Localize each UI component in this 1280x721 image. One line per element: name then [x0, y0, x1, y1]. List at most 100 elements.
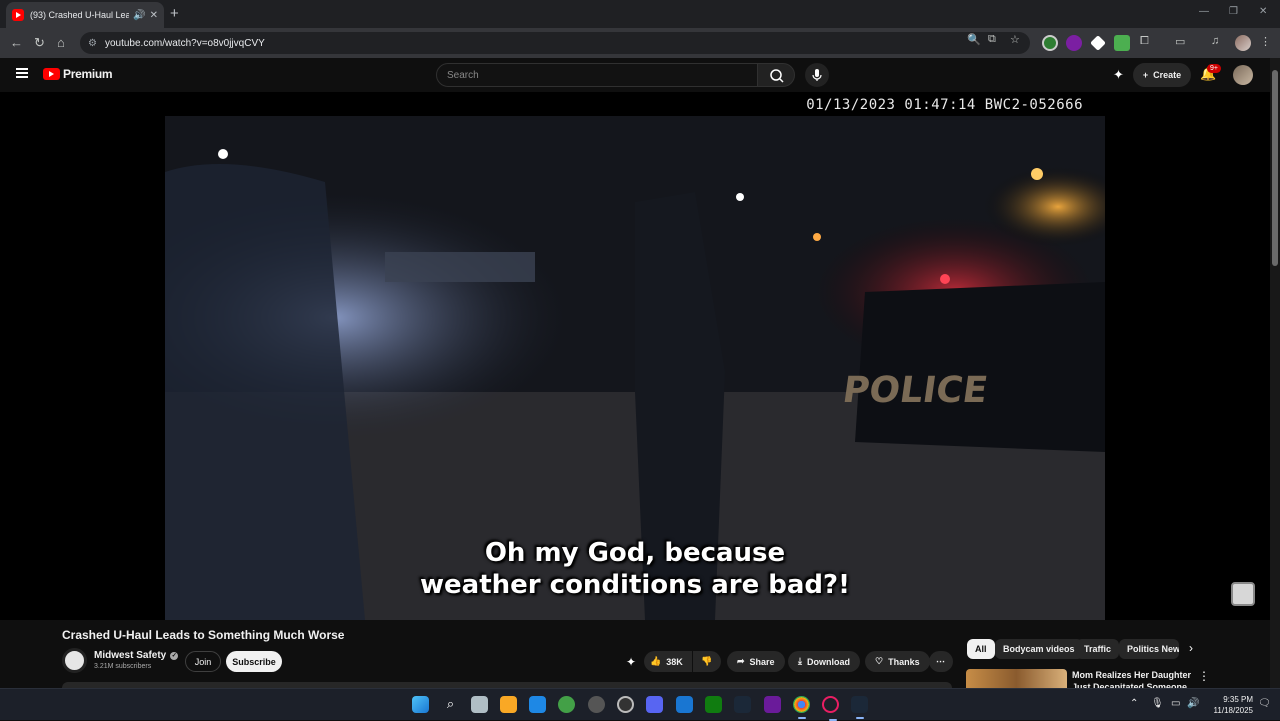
download-button[interactable]: ⤓ Download [788, 651, 860, 672]
taskbar-search-icon[interactable]: ⌕ [442, 696, 459, 713]
zoom-icon[interactable]: 🔍 [967, 33, 981, 46]
search-input[interactable]: Search [436, 63, 758, 87]
ask-sparkle-icon[interactable]: ✦ [626, 655, 636, 669]
chrome-menu-icon[interactable]: ⋮ [1260, 35, 1271, 48]
join-button[interactable]: Join [185, 651, 221, 672]
verified-check-icon: ✓ [170, 651, 179, 660]
speaker-icon[interactable]: 🔊 [133, 10, 145, 21]
minimize-icon[interactable]: — [1199, 6, 1209, 17]
chrome-taskbar-icon[interactable] [793, 696, 810, 719]
channel-avatar[interactable] [62, 648, 87, 673]
mail-icon[interactable] [676, 696, 693, 713]
clock-time: 9:35 PM [1223, 695, 1253, 704]
video-player[interactable]: POLICE 01/13/2023 01:47:14 BWC2-052666 O… [0, 92, 1270, 620]
url-text: youtube.com/watch?v=o8v0jjvqCVY [104, 37, 265, 49]
extensions-puzzle-icon[interactable]: ⧠ [1140, 35, 1149, 48]
reload-icon[interactable]: ↻ [34, 35, 45, 51]
discord-icon[interactable] [646, 696, 663, 713]
back-icon[interactable]: ← [10, 35, 23, 50]
side-panel-icon[interactable]: ▭ [1175, 35, 1185, 48]
hamburger-menu-icon[interactable] [16, 68, 28, 78]
close-tab-icon[interactable]: ✕ [150, 10, 158, 21]
page-scrollbar[interactable] [1270, 58, 1280, 688]
chat-sparkle-icon[interactable]: ✦ [1113, 67, 1124, 83]
browser-tab-youtube[interactable]: (93) Crashed U-Haul Leads 🔊 ✕ [6, 2, 164, 28]
media-controls-icon[interactable]: ♫ [1211, 35, 1219, 47]
tray-chevron-icon[interactable]: ⌃ [1130, 698, 1138, 709]
thanks-button[interactable]: ♡ Thanks [865, 651, 930, 672]
more-horizontal-icon: ⋯ [936, 656, 945, 666]
related-video-thumbnail[interactable] [966, 669, 1067, 688]
app-purple-icon[interactable] [764, 696, 781, 713]
share-button[interactable]: ➦ Share [727, 651, 785, 672]
clock-date: 11/18/2025 [1213, 706, 1253, 715]
windows-taskbar: ⌕ ⌃ 🎙 ▭ 🔊 9:35 PM 11/18/2025 🗨 [0, 688, 1280, 721]
dislike-button[interactable]: 👎 [693, 651, 721, 672]
chip-politics-news[interactable]: Politics New [1119, 639, 1179, 659]
thanks-label: Thanks [888, 656, 920, 667]
svg-text:POLICE: POLICE [840, 368, 990, 411]
windows-start-icon[interactable] [412, 696, 429, 713]
spotify-icon[interactable] [558, 696, 575, 713]
app-circle-icon[interactable] [588, 696, 605, 713]
system-clock[interactable]: 9:35 PM 11/18/2025 [1207, 694, 1253, 716]
channel-name[interactable]: Midwest Safety ✓ [94, 650, 179, 661]
browser-toolbar: ← ↻ ⌂ ⚙ youtube.com/watch?v=o8v0jjvqCVY … [0, 28, 1280, 58]
extension-diamond-icon[interactable] [1090, 35, 1106, 51]
channel-watermark-icon[interactable] [1231, 582, 1255, 606]
youtube-header: Premium Search TEAM ✦ + Create 🔔 9+ [0, 58, 1280, 151]
task-view-icon[interactable] [471, 696, 488, 713]
browser-tab-strip: (93) Crashed U-Haul Leads 🔊 ✕ + — ❐ ✕ [0, 0, 1280, 28]
more-actions-button[interactable]: ⋯ [929, 651, 953, 672]
like-button[interactable]: 👍 38K [644, 651, 692, 672]
notification-center-icon[interactable]: 🗨 [1258, 698, 1271, 709]
xbox-icon[interactable] [705, 696, 722, 713]
related-more-icon[interactable]: ⋮ [1198, 669, 1210, 683]
chevron-right-icon[interactable]: › [1189, 641, 1193, 655]
volume-icon[interactable]: 🔊 [1187, 698, 1199, 709]
video-frame[interactable]: POLICE 01/13/2023 01:47:14 BWC2-052666 O… [165, 92, 1105, 620]
bookmark-star-icon[interactable]: ☆ [1010, 33, 1020, 46]
share-label: Share [749, 656, 775, 667]
notification-badge: 9+ [1207, 64, 1221, 73]
chip-bodycam-videos[interactable]: Bodycam videos [995, 639, 1083, 659]
steam-icon[interactable] [734, 696, 751, 713]
chip-all[interactable]: All [967, 639, 995, 659]
channel-name-text: Midwest Safety [94, 650, 167, 661]
user-avatar[interactable] [1233, 65, 1253, 85]
youtube-favicon-icon [12, 9, 24, 21]
steam-running-icon[interactable] [851, 696, 868, 719]
network-icon[interactable]: ▭ [1171, 698, 1180, 709]
scrollbar-thumb[interactable] [1272, 70, 1278, 266]
opera-icon[interactable] [822, 696, 839, 721]
create-button[interactable]: + Create [1133, 63, 1191, 87]
install-app-icon[interactable]: ⧉ [988, 33, 996, 46]
file-explorer-icon[interactable] [500, 696, 517, 713]
tab-title: (93) Crashed U-Haul Leads [30, 10, 130, 20]
caption-line-2: weather conditions are bad?! [420, 570, 850, 600]
extension-purple-icon[interactable] [1066, 35, 1082, 51]
premium-label: Premium [63, 67, 113, 81]
related-video-title[interactable]: Mom Realizes Her Daughter Just Decapitat… [1072, 669, 1192, 688]
obs-icon[interactable] [617, 696, 634, 713]
video-title: Crashed U-Haul Leads to Something Much W… [62, 628, 345, 642]
store-icon[interactable] [529, 696, 546, 713]
caption-line-1: Oh my God, because [484, 538, 786, 568]
voice-search-button[interactable] [805, 63, 829, 87]
extension-grammar-icon[interactable] [1042, 35, 1058, 51]
youtube-logo[interactable]: Premium [43, 67, 113, 81]
tray-mic-icon[interactable]: 🎙 [1151, 698, 1164, 709]
home-icon[interactable]: ⌂ [57, 35, 65, 50]
profile-avatar-icon[interactable] [1235, 35, 1251, 51]
new-tab-icon[interactable]: + [170, 5, 179, 22]
subscribe-button[interactable]: Subscribe [226, 651, 282, 672]
download-label: Download [806, 656, 850, 667]
download-icon: ⤓ [798, 656, 802, 666]
close-window-icon[interactable]: ✕ [1259, 6, 1267, 17]
search-button[interactable] [757, 63, 795, 87]
maximize-icon[interactable]: ❐ [1229, 6, 1238, 17]
chip-traffic[interactable]: Traffic [1076, 639, 1120, 659]
site-info-icon[interactable]: ⚙ [88, 38, 97, 49]
address-bar[interactable]: ⚙ youtube.com/watch?v=o8v0jjvqCVY [80, 32, 1030, 54]
extension-green-icon[interactable] [1114, 35, 1130, 51]
